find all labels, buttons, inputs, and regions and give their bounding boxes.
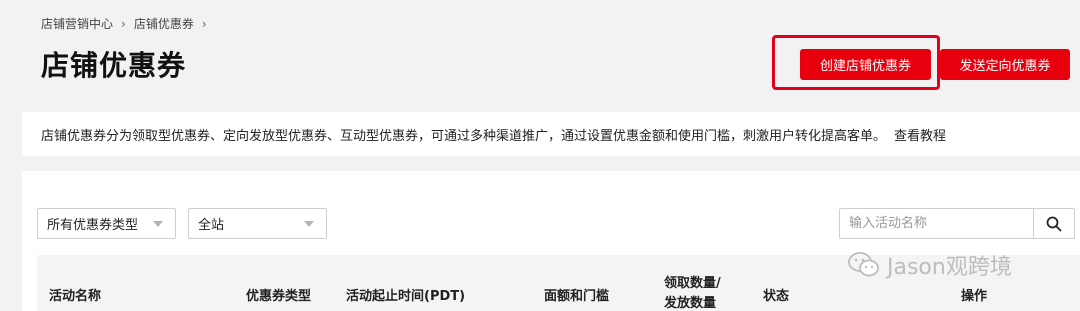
column-header-quantity: 领取数量/ 发放数量 (664, 274, 721, 311)
column-header-activity-name: 活动名称 (49, 289, 102, 304)
breadcrumb-item-marketing-center[interactable]: 店铺营销中心 (41, 15, 113, 32)
search-input[interactable] (840, 209, 1033, 238)
coupon-type-value: 所有优惠券类型 (47, 218, 139, 233)
wechat-icon (848, 252, 879, 277)
info-text: 店铺优惠券分为领取型优惠券、定向发放型优惠券、互动型优惠券，可通过多种渠道推广，… (41, 128, 887, 144)
search-button[interactable] (1033, 209, 1074, 238)
page-title: 店铺优惠券 (41, 49, 187, 82)
chevron-right-icon: › (201, 16, 207, 31)
site-select[interactable]: 全站 (188, 208, 327, 239)
tutorial-link[interactable]: 查看教程 (894, 125, 946, 144)
column-header-quantity-line2: 发放数量 (664, 296, 717, 311)
send-targeted-coupon-button[interactable]: 发送定向优惠券 (940, 49, 1070, 80)
watermark: Jason观跨境 (847, 249, 1012, 281)
watermark-text: Jason观跨境 (887, 255, 1012, 280)
column-header-quantity-line1: 领取数量/ (664, 276, 721, 291)
column-header-actions: 操作 (961, 289, 988, 304)
column-header-period: 活动起止时间(PDT) (346, 289, 466, 304)
site-value: 全站 (198, 218, 225, 233)
coupon-type-select[interactable]: 所有优惠券类型 (37, 208, 176, 239)
info-banner: 店铺优惠券分为领取型优惠券、定向发放型优惠券、互动型优惠券，可通过多种渠道推广，… (22, 112, 1080, 156)
breadcrumb: 店铺营销中心 › 店铺优惠券 › (41, 15, 215, 32)
column-header-amount-threshold: 面额和门槛 (544, 289, 610, 304)
breadcrumb-item-store-coupons[interactable]: 店铺优惠券 (134, 15, 194, 32)
caret-down-icon (153, 221, 163, 227)
search-box (839, 208, 1075, 239)
chevron-right-icon: › (121, 16, 126, 31)
create-coupon-button[interactable]: 创建店铺优惠券 (800, 49, 931, 80)
search-icon (1046, 216, 1062, 231)
caret-down-icon (304, 221, 314, 227)
column-header-status: 状态 (763, 289, 790, 304)
column-header-coupon-type: 优惠券类型 (246, 289, 312, 304)
